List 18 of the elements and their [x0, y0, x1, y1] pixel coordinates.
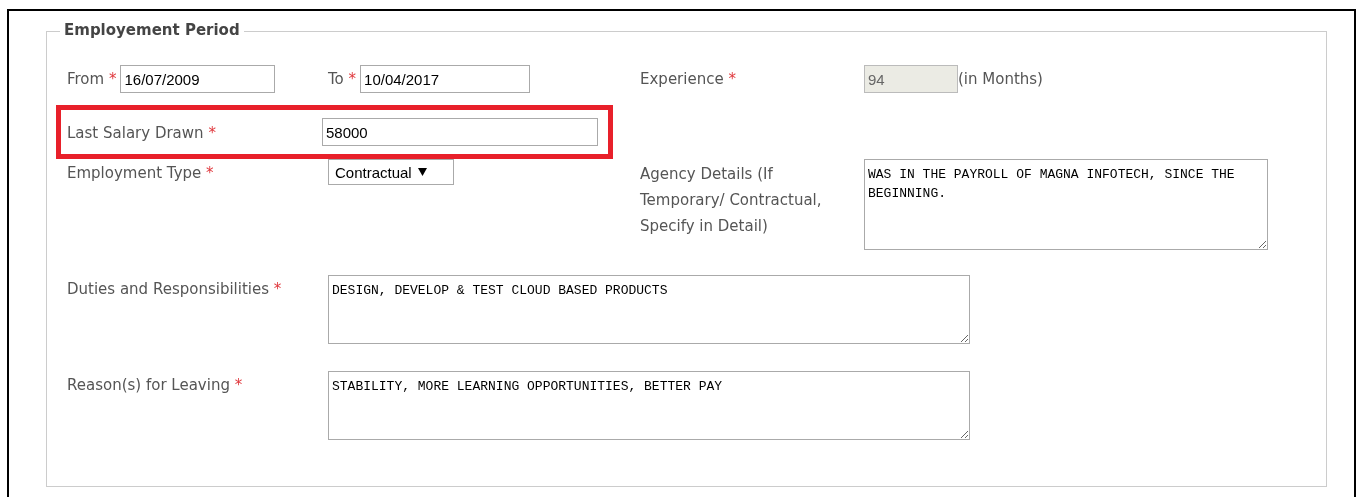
employment-type-dropdown[interactable]: Contractual [328, 159, 454, 185]
unit-label: (in Months) [958, 70, 1043, 88]
employment-type-label: Employment Type * [67, 164, 214, 182]
reasons-label: Reason(s) for Leaving * [67, 376, 243, 394]
section-title: Employement Period [60, 21, 244, 39]
from-date-field[interactable]: 16/07/2009 [120, 65, 276, 93]
duties-field[interactable]: DESIGN, DEVELOP & TEST CLOUD BASED PRODUCTS [328, 275, 970, 344]
caret-icon [417, 168, 427, 176]
from-label: From * [67, 70, 117, 88]
agency-details-label: Agency Details (If Temporary/ Contractual, Specify in Detail) [640, 164, 823, 237]
salary-field[interactable]: 58000 [322, 118, 598, 146]
agency-details-field[interactable]: WAS IN THE PAYROLL OF MAGNA INFOTECH, SINCE THE BEGINNING. [864, 159, 1268, 250]
reasons-field[interactable]: STABILITY, MORE LEARNING OPPORTUNITIES, BETTER PAY [328, 371, 970, 440]
salary-label: Last Salary Drawn * [67, 123, 216, 142]
experience-label: Experience * [640, 70, 736, 88]
to-date-field[interactable]: 10/04/2017 [360, 65, 531, 93]
to-label: To * [328, 70, 357, 88]
duties-label: Duties and Responsibilities * [67, 280, 282, 298]
